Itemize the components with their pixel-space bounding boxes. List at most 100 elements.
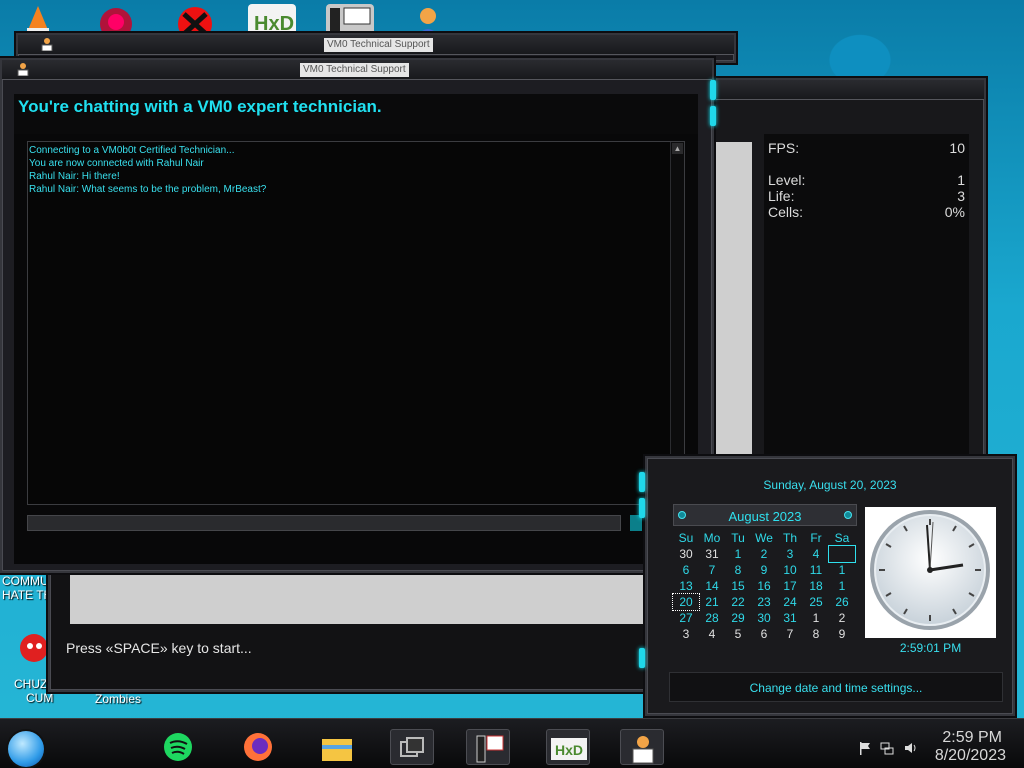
level-label: Level: — [768, 172, 806, 188]
calendar-day[interactable]: 8 — [725, 562, 751, 578]
vlc-icon[interactable] — [24, 4, 52, 36]
calendar-day[interactable]: 3 — [777, 546, 803, 562]
calendar-day[interactable]: 11 — [803, 562, 829, 578]
calendar-day[interactable]: 4 — [699, 626, 725, 642]
calendar-day[interactable]: 24 — [777, 594, 803, 610]
calendar-day[interactable]: 1 — [829, 562, 855, 578]
calendar-day[interactable]: 1 — [803, 610, 829, 626]
svg-text:HxD: HxD — [555, 742, 583, 758]
calendar-day[interactable]: 23 — [751, 594, 777, 610]
chat-window: VM0 Technical Support You're chatting wi… — [0, 58, 716, 573]
change-datetime-settings-link[interactable]: Change date and time settings... — [669, 672, 1003, 702]
calendar-day[interactable]: 30 — [751, 610, 777, 626]
calendar-day[interactable]: 14 — [699, 578, 725, 594]
taskbar-vm-icon[interactable] — [466, 729, 510, 765]
fps-row: FPS: 10 — [768, 140, 965, 156]
start-button[interactable] — [8, 731, 44, 767]
calendar-day[interactable]: 8 — [803, 626, 829, 642]
volume-icon[interactable] — [904, 741, 918, 755]
calendar-day[interactable]: 26 — [829, 594, 855, 610]
calendar-day[interactable]: 6 — [673, 562, 699, 578]
weekday-header: Su — [678, 531, 694, 545]
cells-value: 0% — [944, 204, 965, 220]
taskbar-clock-date[interactable]: 8/20/2023 — [935, 747, 1006, 765]
calendar-day[interactable]: 30 — [673, 546, 699, 562]
weekday-header: Sa — [834, 531, 850, 545]
calendar-day[interactable]: 3 — [673, 626, 699, 642]
weekday-header: We — [755, 531, 773, 545]
calendar-day[interactable]: 27 — [673, 610, 699, 626]
scroll-up-arrow-icon[interactable]: ▲ — [672, 143, 683, 154]
calendar-day[interactable]: 16 — [751, 578, 777, 594]
next-month-button[interactable] — [844, 511, 852, 519]
calendar-day[interactable]: 2 — [751, 546, 777, 562]
calendar-day[interactable]: 31 — [777, 610, 803, 626]
calendar-day[interactable]: 20 — [672, 593, 700, 611]
calendar-day[interactable]: 9 — [751, 562, 777, 578]
calendar-day[interactable]: 17 — [777, 578, 803, 594]
action-center-flag-icon[interactable] — [858, 741, 872, 755]
chat-message: You are now connected with Rahul Nair — [29, 158, 204, 169]
calendar-day[interactable]: 7 — [699, 562, 725, 578]
calendar-day[interactable]: 9 — [829, 626, 855, 642]
app-icon-red-x[interactable] — [172, 4, 218, 41]
chat-window-title: VM0 Technical Support — [300, 63, 409, 77]
taskbar-clock-time[interactable]: 2:59 PM — [942, 729, 1002, 747]
taskbar-firefox-icon[interactable] — [236, 729, 280, 765]
desktop-label-chuz: CHUZ — [14, 677, 48, 691]
game-start-window: Press «SPACE» key to start... — [48, 556, 648, 692]
game-title-bar[interactable] — [706, 80, 984, 100]
taskbar: HxD 2:59 PM 8/20/2023 — [0, 718, 1024, 768]
calendar-day[interactable]: 10 — [777, 562, 803, 578]
taskbar-file-explorer-icon[interactable] — [314, 729, 358, 765]
fps-label: FPS: — [768, 140, 800, 156]
vm-icon[interactable] — [326, 4, 374, 36]
user-icon[interactable] — [414, 4, 442, 36]
game-canvas[interactable] — [714, 142, 752, 454]
technician-icon — [40, 37, 54, 52]
frame-light — [639, 498, 645, 518]
calendar-day[interactable]: 1 — [725, 546, 751, 562]
calendar-day[interactable]: 28 — [699, 610, 725, 626]
chat-scrollbar[interactable]: ▲ — [670, 142, 684, 504]
calendar-day[interactable]: 7 — [777, 626, 803, 642]
life-label: Life: — [768, 188, 795, 204]
chat-log[interactable]: Connecting to a VM0b0t Certified Technic… — [27, 141, 685, 505]
calendar-day[interactable]: 22 — [725, 594, 751, 610]
calendar-day[interactable]: 1 — [829, 578, 855, 594]
calendar-day[interactable]: 13 — [673, 578, 699, 594]
calendar-long-date[interactable]: Sunday, August 20, 2023 — [647, 478, 1013, 492]
calendar-day[interactable] — [828, 545, 856, 563]
network-icon[interactable] — [880, 741, 894, 755]
calendar-day[interactable]: 21 — [699, 594, 725, 610]
app-icon-red-circle[interactable] — [96, 4, 136, 40]
calendar-day[interactable]: 29 — [725, 610, 751, 626]
game-start-canvas[interactable] — [70, 568, 644, 624]
frame-light — [639, 472, 645, 492]
calendar-month-label[interactable]: August 2023 — [674, 509, 856, 524]
taskbar-spotify-icon[interactable] — [156, 729, 200, 765]
hxd-icon[interactable]: HxD — [248, 4, 296, 36]
taskbar-switch-windows-icon[interactable] — [390, 729, 434, 765]
fps-value: 10 — [949, 140, 965, 156]
taskbar-hxd-icon[interactable]: HxD — [546, 729, 590, 765]
month-calendar: August 2023 Su Mo Tu We Th Fr Sa 30 31 1 2 3 4 6 7 8 9 10… — [672, 504, 857, 650]
taskbar-technician-icon[interactable] — [620, 729, 664, 765]
calendar-day[interactable]: 25 — [803, 594, 829, 610]
red-character-icon[interactable] — [16, 630, 52, 670]
frame-light — [710, 106, 716, 126]
chat-message: Connecting to a VM0b0t Certified Technic… — [29, 145, 235, 156]
desktop-label-commu: COMMU — [2, 574, 49, 588]
weekday-header: Th — [782, 531, 797, 545]
back-title-bar[interactable]: VM0 Technical Support — [18, 35, 734, 55]
desktop-label-hate: HATE TH — [2, 588, 53, 602]
calendar-day[interactable]: 4 — [803, 546, 829, 562]
calendar-day[interactable]: 31 — [699, 546, 725, 562]
calendar-day[interactable]: 15 — [725, 578, 751, 594]
chat-title-bar[interactable]: VM0 Technical Support — [2, 60, 712, 80]
calendar-day[interactable]: 5 — [725, 626, 751, 642]
calendar-day[interactable]: 2 — [829, 610, 855, 626]
calendar-day[interactable]: 6 — [751, 626, 777, 642]
calendar-day[interactable]: 18 — [803, 578, 829, 594]
chat-message-input[interactable] — [27, 515, 621, 531]
